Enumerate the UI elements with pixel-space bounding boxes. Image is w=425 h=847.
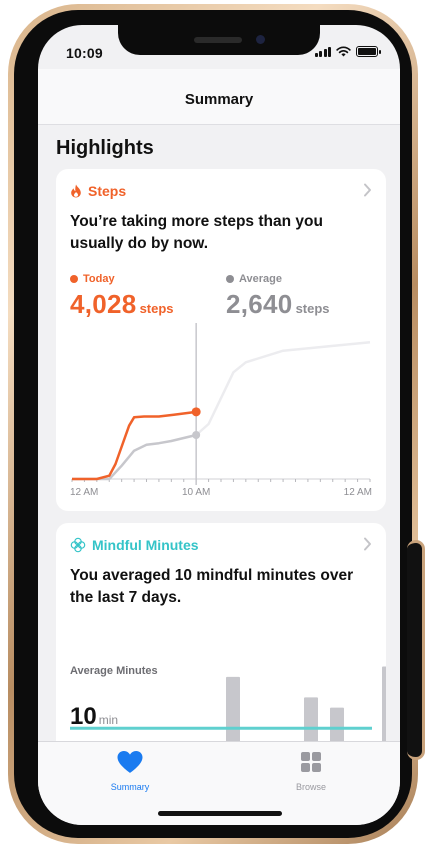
speaker-grille	[194, 37, 242, 43]
battery-icon	[356, 46, 381, 57]
flame-icon	[71, 184, 81, 198]
tab-summary-label: Summary	[110, 782, 150, 792]
cellular-signal-icon	[314, 46, 331, 57]
today-series-line	[72, 410, 197, 481]
grid-icon	[301, 752, 321, 772]
bar-1	[226, 676, 240, 745]
steps-highlight-card[interactable]: Steps You’re taking more steps than you …	[56, 169, 386, 511]
x-tick-label: 12 AM	[70, 487, 98, 498]
x-tick-label: 10 AM	[182, 487, 210, 498]
side-button	[407, 540, 425, 760]
chevron-right-icon[interactable]	[363, 537, 372, 551]
average-steps-unit: steps	[295, 301, 330, 316]
mindful-card-header: Mindful Minutes	[70, 537, 199, 553]
average-label: Average	[239, 273, 283, 285]
today-metric: Today 4,028 steps	[70, 273, 174, 320]
average-dot	[226, 275, 234, 283]
mindful-minutes-card[interactable]: Mindful Minutes You averaged 10 mindful …	[56, 523, 386, 745]
today-steps-unit: steps	[139, 301, 174, 316]
tab-summary[interactable]: Summary	[75, 750, 185, 792]
home-indicator[interactable]	[158, 811, 282, 816]
average-series-future-line	[195, 341, 371, 436]
today-label: Today	[83, 273, 115, 285]
average-minutes-label: Average Minutes	[70, 665, 158, 677]
front-camera	[256, 35, 265, 44]
bar-7	[382, 666, 386, 745]
tab-browse-label: Browse	[295, 782, 326, 792]
notch	[118, 25, 320, 55]
steps-line-chart: 12 AM 10 AM 12 AM	[70, 323, 372, 498]
x-tick-label: 12 AM	[344, 487, 372, 498]
navigation-bar: Summary	[38, 69, 400, 125]
phone-screen: 10:09 Summary Highlights Steps You’re ta…	[38, 25, 400, 825]
mindfulness-flower-icon	[70, 537, 86, 553]
average-series-line	[72, 433, 197, 481]
heart-icon	[117, 751, 143, 773]
average-minutes-number: 10	[70, 703, 97, 730]
status-time: 10:09	[66, 45, 103, 61]
wifi-icon	[336, 46, 351, 57]
average-minutes-unit: min	[98, 713, 119, 727]
average-metric: Average 2,640 steps	[226, 273, 330, 320]
average-current-point	[192, 431, 201, 439]
page-title: Summary	[184, 91, 254, 108]
highlights-heading: Highlights	[56, 137, 154, 159]
today-dot	[70, 275, 78, 283]
tab-browse[interactable]: Browse	[256, 750, 366, 792]
mindful-category-label: Mindful Minutes	[92, 537, 199, 553]
status-icons	[314, 46, 381, 57]
steps-category-label: Steps	[88, 183, 127, 199]
bar-5	[330, 707, 344, 745]
chevron-right-icon[interactable]	[363, 183, 372, 197]
summary-content[interactable]: Highlights Steps You’re taking more step…	[38, 125, 400, 745]
mindful-message: You averaged 10 mindful minutes over the…	[70, 567, 354, 606]
average-steps-value: 2,640	[226, 289, 293, 319]
steps-message: You’re taking more steps than you usuall…	[70, 213, 323, 252]
steps-card-header: Steps	[70, 183, 126, 199]
today-steps-value: 4,028	[70, 289, 137, 319]
bar-4	[304, 697, 318, 745]
today-current-point	[191, 407, 201, 417]
average-minutes-value: 10 min	[70, 703, 118, 731]
